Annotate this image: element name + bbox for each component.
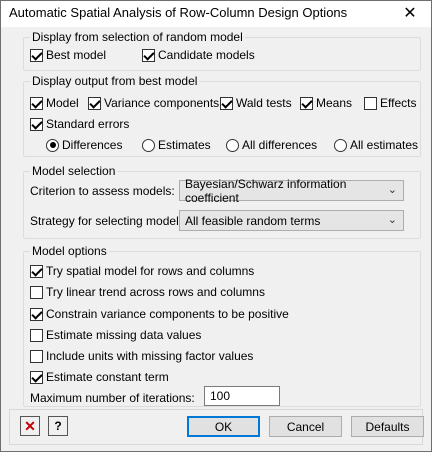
all-estimates-radio-dot[interactable] — [334, 138, 347, 152]
max-iterations-input[interactable]: 100 — [204, 386, 280, 406]
random-model-group-title: Display from selection of random model — [30, 30, 245, 44]
criterion-label: Criterion to assess models: — [30, 184, 175, 198]
candidate-models-label: Candidate models — [158, 48, 255, 62]
constant-term-label: Estimate constant term — [46, 370, 169, 384]
all-differences-radio[interactable]: All differences — [226, 138, 317, 152]
constant-term-checkbox-box[interactable] — [30, 370, 43, 384]
chevron-down-icon: ⌄ — [387, 214, 397, 226]
missing-factor-checkbox-box[interactable] — [30, 349, 43, 363]
strategy-select[interactable]: All feasible random terms ⌄ — [179, 210, 404, 231]
variance-components-label: Variance components — [104, 96, 220, 110]
model-options-group-title: Model options — [30, 244, 109, 258]
estimates-radio[interactable]: Estimates — [142, 138, 211, 152]
linear-trend-checkbox[interactable]: Try linear trend across rows and columns — [30, 285, 265, 299]
best-model-output-group: Display output from best model Model Var… — [23, 74, 421, 157]
random-model-group: Display from selection of random model B… — [23, 30, 421, 71]
constant-term-checkbox[interactable]: Estimate constant term — [30, 370, 169, 384]
effects-label: Effects — [380, 96, 417, 110]
constrain-variance-label: Constrain variance components to be posi… — [46, 307, 289, 321]
spatial-model-checkbox[interactable]: Try spatial model for rows and columns — [30, 264, 254, 278]
variance-components-checkbox[interactable]: Variance components — [88, 96, 219, 110]
wald-tests-label: Wald tests — [236, 96, 292, 110]
differences-radio-dot[interactable] — [46, 138, 59, 152]
standard-errors-checkbox-box[interactable] — [30, 117, 43, 131]
model-checkbox-box[interactable] — [30, 96, 43, 110]
window-title: Automatic Spatial Analysis of Row-Column… — [9, 5, 348, 20]
wald-tests-checkbox[interactable]: Wald tests — [220, 96, 292, 110]
all-differences-radio-dot[interactable] — [226, 138, 239, 152]
constrain-variance-checkbox[interactable]: Constrain variance components to be posi… — [30, 307, 289, 321]
linear-trend-checkbox-box[interactable] — [30, 285, 43, 299]
best-model-checkbox[interactable]: Best model — [30, 48, 106, 62]
best-model-output-group-title: Display output from best model — [30, 74, 200, 88]
missing-data-checkbox-box[interactable] — [30, 328, 43, 342]
max-iterations-label: Maximum number of iterations: — [30, 391, 195, 405]
best-model-checkbox-box[interactable] — [30, 48, 43, 62]
spatial-model-label: Try spatial model for rows and columns — [46, 264, 255, 278]
means-label: Means — [316, 96, 353, 110]
dialog-window: Automatic Spatial Analysis of Row-Column… — [0, 0, 432, 452]
spatial-model-checkbox-box[interactable] — [30, 264, 43, 278]
model-checkbox-label: Model — [46, 96, 79, 110]
criterion-select[interactable]: Bayesian/Schwarz information coefficient… — [179, 177, 404, 205]
all-estimates-label: All estimates — [350, 138, 419, 152]
all-estimates-radio[interactable]: All estimates — [334, 138, 418, 152]
model-selection-group: Model selection Criterion to assess mode… — [23, 164, 421, 239]
model-options-group: Model options Try spatial model for rows… — [23, 244, 421, 407]
close-icon[interactable]: ✕ — [395, 2, 425, 24]
wald-tests-checkbox-box[interactable] — [220, 96, 233, 110]
strategy-label: Strategy for selecting model: — [30, 214, 183, 228]
best-model-label: Best model — [46, 48, 107, 62]
missing-data-checkbox[interactable]: Estimate missing data values — [30, 328, 201, 342]
clear-icon[interactable]: ✕ — [20, 416, 40, 436]
constrain-variance-checkbox-box[interactable] — [30, 307, 43, 321]
differences-radio[interactable]: Differences — [46, 138, 122, 152]
estimates-label: Estimates — [158, 138, 211, 152]
standard-errors-label: Standard errors — [46, 117, 130, 131]
variance-components-checkbox-box[interactable] — [88, 96, 101, 110]
strategy-value: All feasible random terms — [185, 213, 321, 228]
standard-errors-checkbox[interactable]: Standard errors — [30, 117, 129, 131]
differences-label: Differences — [62, 138, 123, 152]
estimates-radio-dot[interactable] — [142, 138, 155, 152]
model-selection-group-title: Model selection — [30, 164, 118, 178]
help-icon[interactable]: ? — [48, 416, 68, 436]
linear-trend-label: Try linear trend across rows and columns — [46, 285, 265, 299]
criterion-value: Bayesian/Schwarz information coefficient — [185, 176, 347, 205]
candidate-models-checkbox[interactable]: Candidate models — [142, 48, 255, 62]
max-iterations-value: 100 — [210, 389, 231, 403]
means-checkbox-box[interactable] — [300, 96, 313, 110]
all-differences-label: All differences — [242, 138, 318, 152]
title-bar: Automatic Spatial Analysis of Row-Column… — [1, 1, 431, 27]
candidate-models-checkbox-box[interactable] — [142, 48, 155, 62]
effects-checkbox[interactable]: Effects — [364, 96, 416, 110]
ok-button[interactable]: OK — [187, 416, 260, 437]
missing-data-label: Estimate missing data values — [46, 328, 202, 342]
missing-factor-label: Include units with missing factor values — [46, 349, 254, 363]
means-checkbox[interactable]: Means — [300, 96, 352, 110]
effects-checkbox-box[interactable] — [364, 96, 377, 110]
cancel-button[interactable]: Cancel — [269, 416, 342, 437]
model-checkbox[interactable]: Model — [30, 96, 79, 110]
defaults-button[interactable]: Defaults — [351, 416, 424, 437]
chevron-down-icon: ⌄ — [387, 184, 397, 196]
missing-factor-checkbox[interactable]: Include units with missing factor values — [30, 349, 253, 363]
